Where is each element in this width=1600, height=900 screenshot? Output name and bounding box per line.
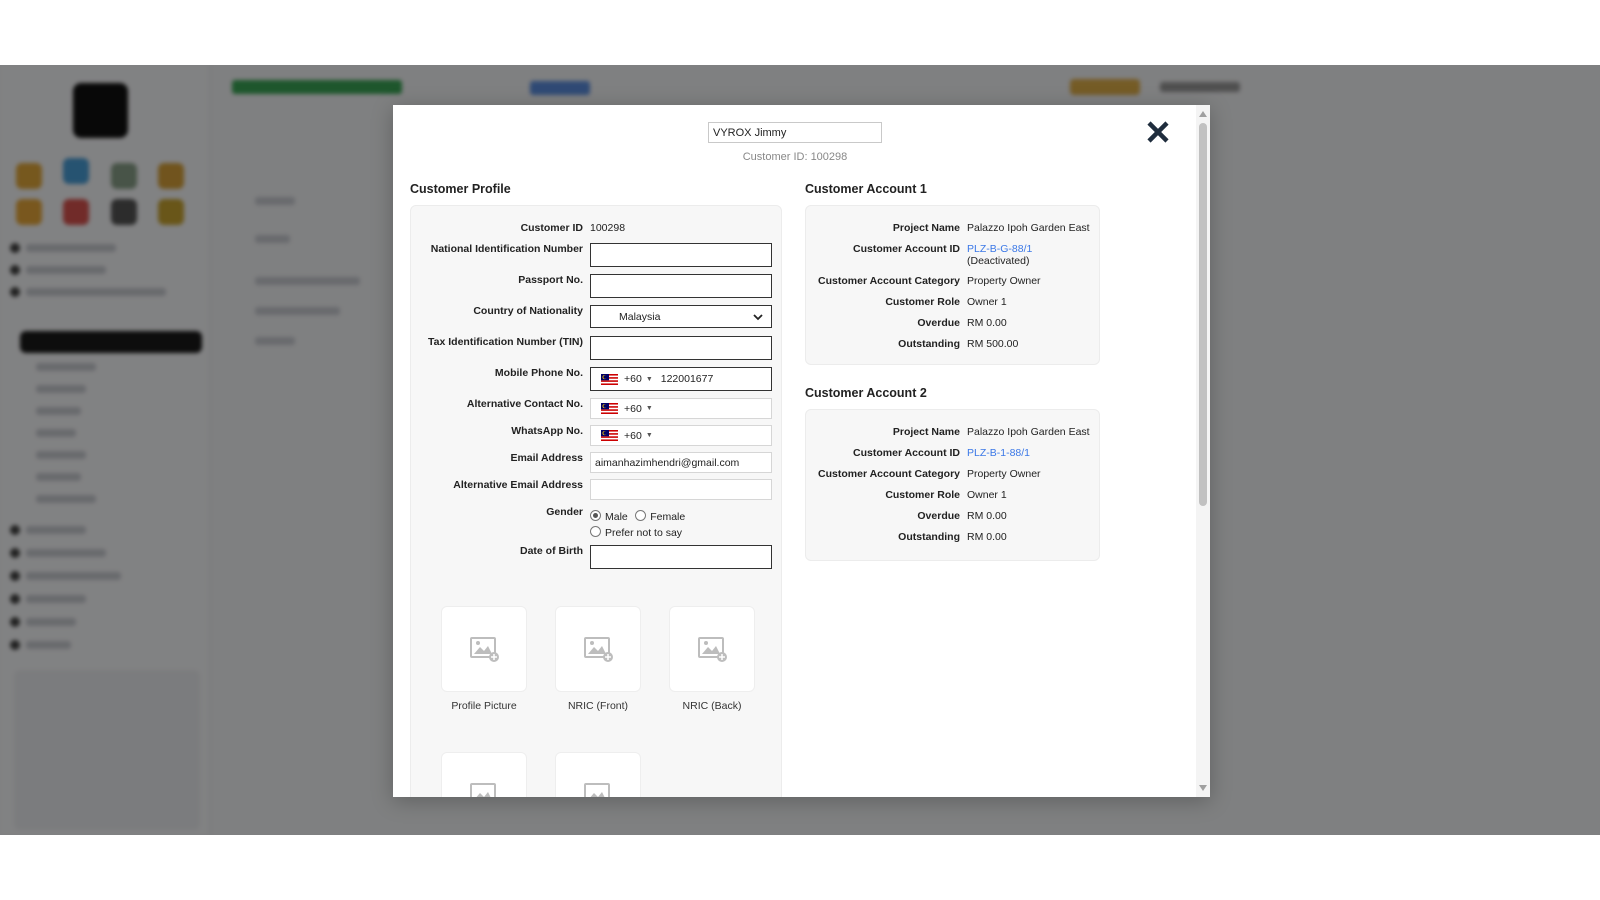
nric-back-upload[interactable] — [669, 606, 755, 692]
customer-profile-panel: Customer ID 100298 National Identificati… — [410, 205, 782, 797]
gender-male-radio[interactable] — [590, 510, 601, 521]
nin-label: National Identification Number — [430, 243, 583, 255]
customer-id-caption: Customer ID: 100298 — [742, 151, 848, 163]
gender-prefer-not-label: Prefer not to say — [605, 527, 683, 539]
dob-input[interactable] — [590, 545, 772, 569]
project-name-label: Project Name — [892, 426, 960, 438]
account-id-label: Customer Account ID — [853, 447, 960, 459]
nric-front-caption: NRIC (Front) — [567, 700, 629, 712]
customer-profile-title: Customer Profile — [410, 182, 511, 196]
country-code-caret-icon: ▼ — [645, 375, 653, 383]
profile-picture-caption: Profile Picture — [451, 700, 517, 712]
chevron-down-icon — [753, 314, 763, 321]
scrollbar-thumb[interactable] — [1199, 123, 1207, 506]
mobile-country-code: +60 — [624, 373, 642, 385]
customer-role-value: Owner 1 — [967, 296, 1007, 308]
account-id-label: Customer Account ID — [853, 243, 960, 255]
account-status: (Deactivated) — [967, 255, 1030, 267]
customer-account-2-panel: Project Name Palazzo Ipoh Garden East Cu… — [805, 409, 1100, 561]
gender-prefer-not-radio[interactable] — [590, 526, 601, 537]
nationality-select[interactable]: Malaysia — [590, 305, 772, 328]
outstanding-label: Outstanding — [898, 531, 960, 543]
whatsapp-input[interactable]: +60 ▼ — [590, 425, 772, 446]
tin-label: Tax Identification Number (TIN) — [428, 336, 583, 348]
whatsapp-label: WhatsApp No. — [511, 425, 583, 437]
image-placeholder-icon — [584, 783, 610, 797]
malaysia-flag-icon — [601, 373, 618, 385]
gender-label: Gender — [546, 506, 583, 518]
overdue-label: Overdue — [917, 510, 960, 522]
document-upload[interactable] — [441, 752, 527, 797]
email-value: aimanhazimhendri@gmail.com — [595, 457, 740, 469]
alt-email-input[interactable] — [590, 479, 772, 500]
customer-id-label: Customer ID — [520, 222, 583, 234]
alt-contact-country-code: +60 — [624, 402, 642, 415]
scroll-down-arrow-icon[interactable] — [1199, 785, 1207, 791]
customer-name-input[interactable] — [708, 122, 882, 143]
nric-back-caption: NRIC (Back) — [682, 700, 742, 712]
email-input[interactable]: aimanhazimhendri@gmail.com — [590, 452, 772, 473]
close-icon — [1147, 121, 1169, 143]
gender-male-label: Male — [605, 511, 628, 523]
mobile-label: Mobile Phone No. — [494, 367, 583, 379]
project-name-value: Palazzo Ipoh Garden East — [967, 426, 1090, 438]
customer-id-value: 100298 — [590, 222, 626, 234]
image-placeholder-icon — [470, 783, 496, 797]
whatsapp-country-code: +60 — [624, 429, 642, 442]
image-placeholder-icon — [584, 637, 613, 662]
passport-label: Passport No. — [518, 274, 583, 286]
overdue-label: Overdue — [917, 317, 960, 329]
mobile-phone-value: 122001677 — [660, 373, 714, 385]
overdue-value: RM 0.00 — [967, 317, 1007, 329]
close-button[interactable] — [1145, 119, 1171, 145]
project-name-value: Palazzo Ipoh Garden East — [967, 222, 1090, 234]
mobile-phone-input[interactable]: +60 ▼ 122001677 — [590, 367, 772, 391]
customer-role-label: Customer Role — [885, 296, 960, 308]
image-placeholder-icon — [698, 637, 727, 662]
country-code-caret-icon: ▼ — [645, 405, 653, 412]
scroll-up-arrow-icon[interactable] — [1199, 111, 1207, 117]
outstanding-value: RM 0.00 — [967, 531, 1007, 543]
account-category-label: Customer Account Category — [818, 275, 960, 287]
customer-account-1-panel: Project Name Palazzo Ipoh Garden East Cu… — [805, 205, 1100, 365]
alt-contact-label: Alternative Contact No. — [466, 398, 583, 410]
image-placeholder-icon — [470, 637, 499, 662]
customer-account-2-title: Customer Account 2 — [805, 386, 927, 400]
account-category-value: Property Owner — [967, 275, 1041, 287]
alt-contact-input[interactable]: +60 ▼ — [590, 398, 772, 419]
nationality-value: Malaysia — [619, 311, 661, 323]
gender-female-label: Female — [650, 511, 686, 523]
gender-line-1: Male Female — [590, 507, 780, 523]
customer-details-modal: Customer ID: 100298 Customer Profile Cus… — [393, 105, 1210, 797]
account-category-value: Property Owner — [967, 468, 1041, 480]
customer-role-value: Owner 1 — [967, 489, 1007, 501]
gender-line-2: Prefer not to say — [590, 523, 780, 541]
customer-account-1-title: Customer Account 1 — [805, 182, 927, 196]
account-id-block: PLZ-B-G-88/1 (Deactivated) — [967, 243, 1032, 267]
passport-input[interactable] — [590, 274, 772, 298]
malaysia-flag-icon — [601, 430, 618, 441]
gender-female-radio[interactable] — [635, 510, 647, 521]
malaysia-flag-icon — [601, 403, 618, 414]
document-upload[interactable] — [555, 752, 641, 797]
nric-front-upload[interactable] — [555, 606, 641, 692]
nin-input[interactable] — [590, 243, 772, 267]
country-code-caret-icon: ▼ — [645, 432, 653, 439]
account-id-link[interactable]: PLZ-B-G-88/1 — [967, 243, 1032, 255]
account-category-label: Customer Account Category — [818, 468, 960, 480]
project-name-label: Project Name — [892, 222, 960, 234]
customer-role-label: Customer Role — [885, 489, 960, 501]
gender-radio-group: Male Female Prefer not to say — [590, 507, 780, 541]
account-id-link[interactable]: PLZ-B-1-88/1 — [967, 447, 1030, 459]
email-label: Email Address — [510, 452, 583, 464]
overdue-value: RM 0.00 — [967, 510, 1007, 522]
profile-picture-upload[interactable] — [441, 606, 527, 692]
dob-label: Date of Birth — [520, 545, 583, 557]
nationality-label: Country of Nationality — [473, 305, 583, 317]
alt-email-label: Alternative Email Address — [453, 479, 583, 491]
modal-scrollbar[interactable] — [1196, 105, 1210, 797]
outstanding-value: RM 500.00 — [967, 338, 1019, 350]
tin-input[interactable] — [590, 336, 772, 360]
outstanding-label: Outstanding — [898, 338, 960, 350]
